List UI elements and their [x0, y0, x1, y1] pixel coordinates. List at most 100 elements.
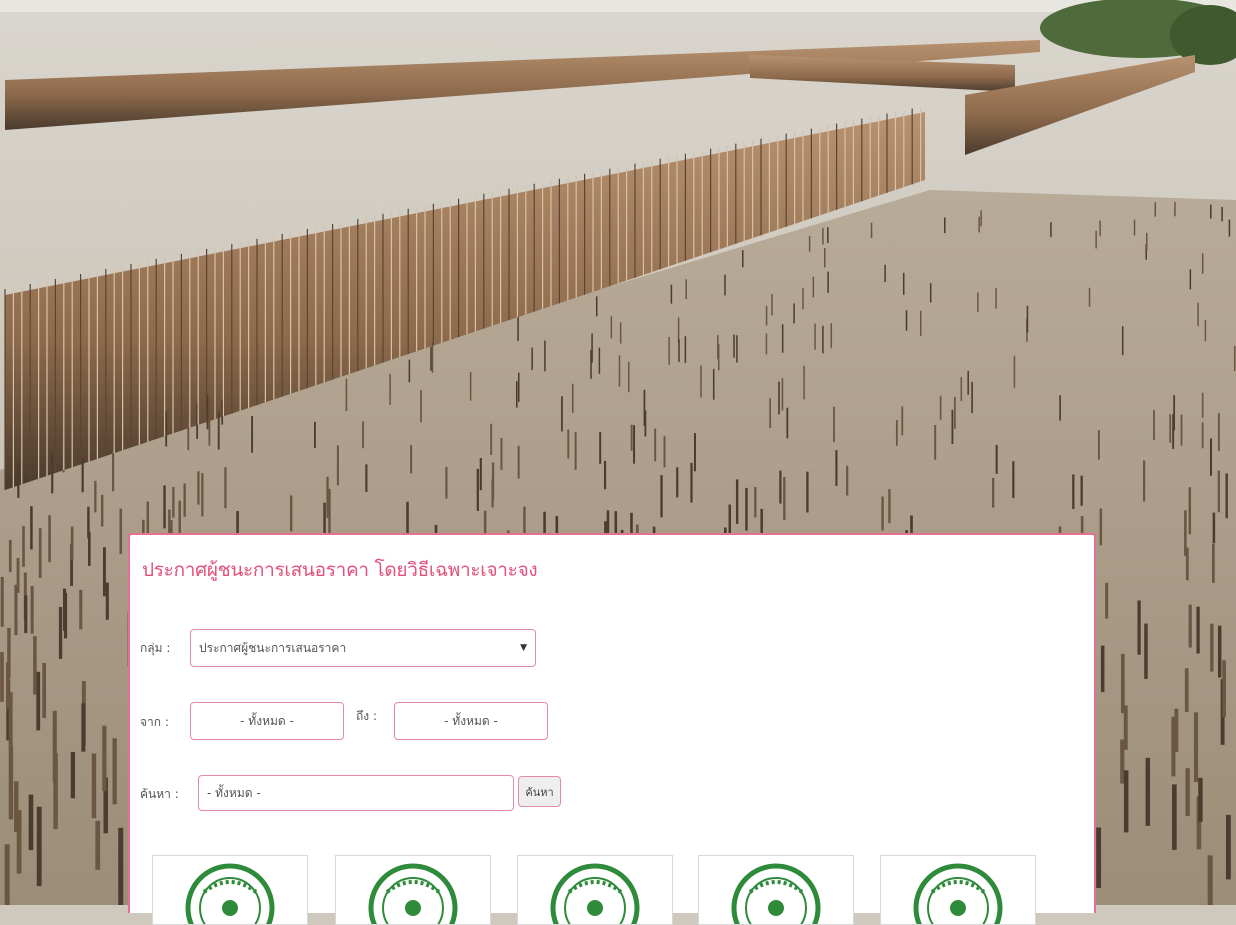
bamboo-stake	[146, 501, 150, 537]
bamboo-stake	[754, 487, 757, 518]
bamboo-stake	[700, 365, 702, 398]
bamboo-stake	[684, 336, 687, 363]
bamboo-stake	[345, 378, 348, 412]
bamboo-stake	[939, 395, 942, 420]
bamboo-stake	[779, 470, 782, 504]
from-date-value: - ทั้งหมด -	[240, 713, 294, 728]
bamboo-stake	[668, 336, 670, 365]
bamboo-stake	[531, 347, 533, 370]
bamboo-stake	[163, 485, 166, 529]
bamboo-stake	[165, 411, 168, 447]
bamboo-stake	[1099, 508, 1103, 546]
bamboo-stake	[517, 445, 520, 479]
bamboo-stake	[1121, 326, 1124, 356]
bamboo-stake	[995, 287, 997, 309]
bamboo-stake	[36, 671, 41, 731]
bamboo-stake	[934, 424, 937, 460]
search-button[interactable]: ค้นหา	[518, 776, 561, 807]
search-input[interactable]: - ทั้งหมด -	[198, 775, 514, 811]
bamboo-stake	[1095, 230, 1097, 249]
bamboo-stake	[888, 489, 891, 524]
bamboo-stake	[1123, 770, 1129, 833]
bamboo-stake	[91, 753, 97, 819]
bamboo-stake	[500, 438, 503, 471]
from-date-field[interactable]: - ทั้งหมด -	[190, 702, 344, 740]
bamboo-stake	[102, 725, 107, 792]
bamboo-stake	[36, 806, 42, 887]
bamboo-stake	[1154, 202, 1157, 217]
bamboo-stake	[79, 589, 83, 630]
search-label: ค้นหา :	[140, 787, 179, 801]
bamboo-stake	[736, 335, 738, 363]
bamboo-stake	[781, 324, 784, 353]
bamboo-stake	[289, 495, 293, 532]
bamboo-stake	[905, 310, 908, 331]
bamboo-stake	[105, 582, 109, 620]
bamboo-stake	[476, 468, 479, 511]
bamboo-stake	[643, 389, 646, 426]
bamboo-stake	[978, 216, 980, 233]
bamboo-stake	[793, 303, 795, 324]
bamboo-stake	[544, 340, 546, 372]
bamboo-stake	[870, 222, 873, 239]
bamboo-stake	[336, 445, 339, 486]
announcement-card[interactable]	[335, 855, 491, 925]
bamboo-stake	[323, 502, 326, 538]
bamboo-stake	[781, 378, 784, 411]
bamboo-stake	[431, 341, 434, 373]
bamboo-stake	[1133, 219, 1136, 236]
bamboo-stake	[94, 480, 97, 513]
announcement-card[interactable]	[880, 855, 1036, 925]
bamboo-stake	[1225, 473, 1228, 519]
bamboo-stake	[1120, 653, 1125, 714]
bamboo-stake	[769, 398, 772, 429]
bamboo-stake	[786, 407, 789, 439]
bamboo-stake	[1225, 814, 1231, 880]
bamboo-stake	[693, 433, 696, 472]
bamboo-stake	[63, 588, 67, 631]
bamboo-stake	[1169, 414, 1172, 443]
bamboo-stake	[1050, 222, 1052, 238]
announcement-card[interactable]	[152, 855, 308, 925]
agency-seal-logo-icon	[368, 863, 458, 924]
bamboo-stake	[561, 396, 563, 432]
bamboo-stake	[783, 477, 786, 521]
bamboo-stake	[103, 547, 106, 597]
bamboo-stake	[628, 361, 630, 393]
bamboo-stake	[1171, 716, 1176, 777]
bamboo-stake	[87, 531, 91, 566]
bamboo-stake	[901, 406, 904, 436]
bamboo-stake	[967, 370, 969, 395]
bamboo-stake	[980, 210, 982, 227]
bamboo-stake	[1201, 253, 1204, 274]
bamboo-stake	[1209, 438, 1213, 476]
bamboo-stake	[827, 227, 829, 243]
bamboo-stake	[70, 751, 76, 799]
bamboo-stake	[846, 465, 849, 496]
search-placeholder: - ทั้งหมด -	[207, 785, 261, 800]
bamboo-stake	[1180, 414, 1183, 446]
bamboo-stake	[1217, 470, 1220, 513]
group-select[interactable]: ประกาศผู้ชนะการเสนอราคา ▼	[190, 629, 536, 667]
bamboo-stake	[951, 409, 954, 445]
bamboo-stake	[960, 377, 963, 402]
bamboo-stake	[685, 279, 687, 300]
bamboo-stake	[1096, 827, 1102, 889]
bamboo-stake	[389, 374, 391, 405]
to-date-field[interactable]: - ทั้งหมด -	[394, 702, 548, 740]
bamboo-stake	[806, 471, 809, 513]
bamboo-stake	[827, 271, 829, 294]
bamboo-stake	[954, 397, 956, 429]
bamboo-stake	[1210, 204, 1212, 219]
bamboo-stake	[1217, 413, 1220, 452]
announcement-card[interactable]	[698, 855, 854, 925]
bamboo-stake	[1193, 712, 1199, 783]
bamboo-stake	[187, 418, 190, 451]
bamboo-stake	[408, 359, 411, 383]
bamboo-stake	[1097, 430, 1100, 460]
announcement-card[interactable]	[517, 855, 673, 925]
bamboo-stake	[7, 627, 11, 679]
bamboo-stake	[745, 487, 748, 531]
bamboo-stake	[201, 473, 204, 517]
bamboo-stake	[677, 317, 680, 343]
